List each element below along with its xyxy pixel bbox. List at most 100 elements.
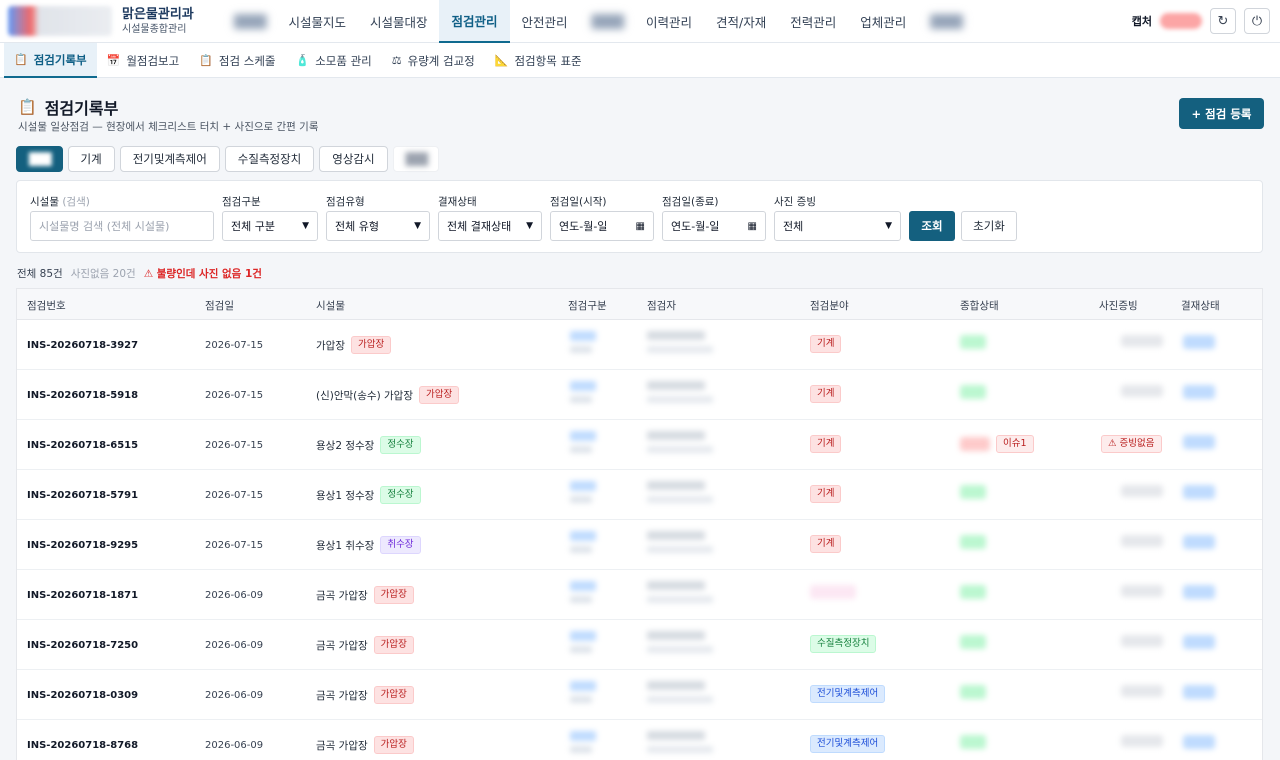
division-filter-label: 점검구분 <box>222 196 261 208</box>
inspection-number[interactable]: INS-20260718-6515 <box>27 440 138 451</box>
facility-name: 금곡 가압장 <box>316 689 368 702</box>
table-row[interactable]: INS-20260718-5791 2026-07-15 용상1 정수장 정수장 기계 <box>17 470 1262 520</box>
inspection-number[interactable]: INS-20260718-0309 <box>27 690 138 701</box>
table-row[interactable]: INS-20260718-7250 2026-06-09 금곡 가압장 가압장 수질측정… <box>17 620 1262 670</box>
table-row[interactable]: INS-20260718-6515 2026-07-15 용상2 정수장 정수장 기계 이… <box>17 420 1262 470</box>
status-badge <box>960 485 986 499</box>
table-row[interactable]: INS-20260718-9295 2026-07-15 용상1 취수장 취수장 기계 <box>17 520 1262 570</box>
table-row[interactable]: INS-20260718-3927 2026-07-15 가압장 가압장 기계 <box>17 320 1262 370</box>
inspector <box>647 381 713 403</box>
nav-item-2[interactable]: 시설물대장 <box>358 0 440 43</box>
nav-item-6[interactable]: 이력관리 <box>634 0 704 43</box>
inspection-number[interactable]: INS-20260718-3927 <box>27 340 138 351</box>
overall-status <box>960 735 986 749</box>
facility-search-input[interactable]: 시설물명 검색 (전체 시설물) <box>30 211 214 241</box>
table-row[interactable]: INS-20260718-1871 2026-06-09 금곡 가압장 가압장 <box>17 570 1262 620</box>
inspection-number[interactable]: INS-20260718-1871 <box>27 590 138 601</box>
inspection-number[interactable]: INS-20260718-5918 <box>27 390 138 401</box>
facility-type-tag: 가압장 <box>373 736 414 754</box>
status-badge <box>960 635 986 649</box>
subnav-item-4[interactable]: ⚖ 유량계 검교정 <box>382 43 485 78</box>
facility-cell: 금곡 가압장 가압장 <box>316 686 414 704</box>
nav-item-10[interactable]: ████ <box>918 0 972 43</box>
facility-type-tag: 정수장 <box>380 486 421 504</box>
table-row[interactable]: INS-20260718-8768 2026-06-09 금곡 가압장 가압장 전기및계… <box>17 720 1262 760</box>
nav-item-7[interactable]: 견적/자재 <box>704 0 778 43</box>
facility-cell: 금곡 가압장 가압장 <box>316 636 414 654</box>
inspection-division <box>570 581 596 603</box>
category-tabs: ███ 기계 전기및계측제어 수질측정장치 영상감시 ███ <box>16 146 440 172</box>
facility-name: 금곡 가압장 <box>316 589 368 602</box>
inspector <box>647 481 713 503</box>
nav-item-label: 시설물대장 <box>369 15 428 30</box>
nav-item-5[interactable]: ████ <box>580 0 634 43</box>
type-select[interactable]: 전체 유형 ▼ <box>326 211 430 241</box>
inspection-area: 기계 <box>810 435 842 453</box>
facility-type-tag: 가압장 <box>350 336 392 354</box>
nav-item-label: 전력관리 <box>790 15 837 30</box>
inspection-number[interactable]: INS-20260718-5791 <box>27 490 138 501</box>
inspection-number[interactable]: INS-20260718-8768 <box>27 740 138 751</box>
table-row[interactable]: INS-20260718-0309 2026-06-09 금곡 가압장 가압장 전기및계… <box>17 670 1262 720</box>
date-end-input[interactable]: 연도-월-일 ▦ <box>662 211 766 241</box>
approval-status <box>1183 685 1215 699</box>
category-tab-2[interactable]: 전기및계측제어 <box>119 146 220 172</box>
facility-type-tag: 가압장 <box>373 686 414 704</box>
approval-status <box>1183 535 1215 549</box>
add-inspection-button[interactable]: + 점검 등록 <box>1179 98 1264 129</box>
category-tab-1[interactable]: 기계 <box>67 146 115 172</box>
chevron-down-icon: ▼ <box>526 221 533 231</box>
subnav-item-0[interactable]: 📋 점검기록부 <box>4 43 97 78</box>
nav-item-0[interactable]: ████ <box>222 0 276 43</box>
category-tab-0[interactable]: ███ <box>16 146 63 172</box>
inspection-area: 기계 <box>810 485 842 503</box>
nav-item-1[interactable]: 시설물지도 <box>276 0 358 43</box>
inspection-area: 기계 <box>810 335 842 353</box>
nav-item-4[interactable]: 안전관리 <box>510 0 580 43</box>
approval-status <box>1183 635 1215 649</box>
facility-type-tag: 취수장 <box>380 536 421 554</box>
category-tab-4[interactable]: 영상감시 <box>319 146 388 172</box>
table-row[interactable]: INS-20260718-5918 2026-07-15 (신)안막(송수) 가압장… <box>17 370 1262 420</box>
subnav-item-3[interactable]: 🧴 소모품 관리 <box>285 43 381 78</box>
category-tab-label: 수질측정장치 <box>237 152 302 166</box>
org-block[interactable]: 맑은물관리과 시설물종합관리 <box>122 6 194 36</box>
category-tab-3[interactable]: 수질측정장치 <box>224 146 315 172</box>
issue-badge: 이슈1 <box>996 435 1034 453</box>
overall-status <box>960 485 986 499</box>
inspection-division <box>570 481 596 503</box>
date-start-input[interactable]: 연도-월-일 ▦ <box>550 211 654 241</box>
calendar-icon[interactable]: ▦ <box>636 221 645 232</box>
subnav-item-2[interactable]: 📋 점검 스케줄 <box>189 43 285 78</box>
area-tag: 수질측정장치 <box>810 635 877 653</box>
subnav-item-label: 점검항목 표준 <box>514 53 582 68</box>
inspection-number[interactable]: INS-20260718-9295 <box>27 540 138 551</box>
photo-evidence <box>1099 385 1163 397</box>
logout-button[interactable]: ⏻ <box>1244 8 1270 34</box>
inspection-division <box>570 531 596 553</box>
approval-select[interactable]: 전체 결재상태 ▼ <box>438 211 542 241</box>
category-tab-5[interactable]: ███ <box>392 146 440 172</box>
inspection-number[interactable]: INS-20260718-7250 <box>27 640 138 651</box>
org-logo <box>8 6 112 36</box>
area-tag: 기계 <box>810 335 842 353</box>
photo-evidence-badge <box>1121 635 1163 647</box>
subnav-item-5[interactable]: 📐 점검항목 표준 <box>485 43 592 78</box>
division-select[interactable]: 전체 구분 ▼ <box>222 211 318 241</box>
calendar-icon[interactable]: ▦ <box>748 221 757 232</box>
photo-evidence <box>1099 485 1163 497</box>
page-title: 점검기록부 <box>44 99 119 118</box>
nav-item-label: 안전관리 <box>521 15 568 30</box>
reset-button[interactable]: 초기화 <box>961 211 1017 241</box>
nav-item-8[interactable]: 전력관리 <box>778 0 848 43</box>
subnav-item-1[interactable]: 📅 월점검보고 <box>97 43 190 78</box>
refresh-button[interactable]: ↻ <box>1210 8 1236 34</box>
photo-select[interactable]: 전체 ▼ <box>774 211 901 241</box>
search-button[interactable]: 조회 <box>909 211 955 241</box>
inspection-division <box>570 331 596 353</box>
nav-item-9[interactable]: 업체관리 <box>848 0 918 43</box>
category-tab-label: 전기및계측제어 <box>132 152 207 166</box>
power-icon: ⏻ <box>1251 13 1263 29</box>
warning-count[interactable]: ⚠ 불량인데 사진 없음 1건 <box>144 266 262 281</box>
nav-item-3[interactable]: 점검관리 <box>439 0 510 43</box>
